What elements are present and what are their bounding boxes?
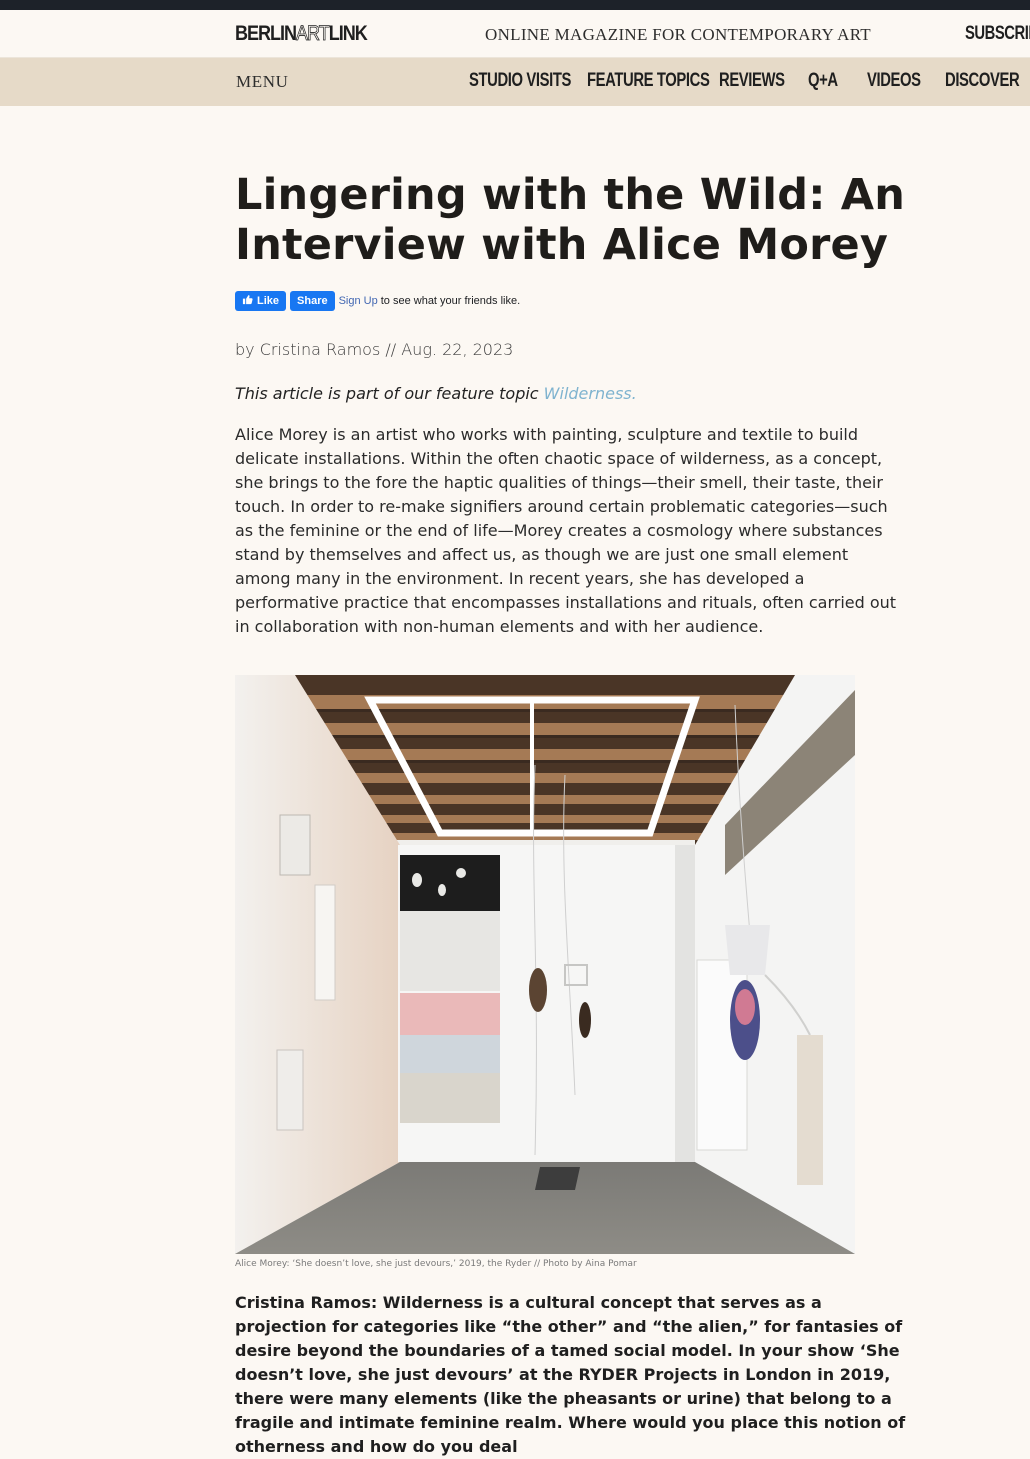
site-tagline: ONLINE MAGAZINE FOR CONTEMPORARY ART bbox=[485, 25, 871, 44]
facebook-signup-link[interactable]: Sign Up bbox=[339, 295, 378, 307]
article-title-line-2: Interview with Alice Morey bbox=[235, 220, 889, 270]
facebook-like-button[interactable]: Like bbox=[235, 291, 287, 311]
nav-feature-topics[interactable]: FEATURE TOPICS bbox=[587, 70, 710, 92]
article-title: Lingering with the Wild: An Interview wi… bbox=[235, 170, 935, 270]
article-intro: Alice Morey is an artist who works with … bbox=[235, 425, 897, 636]
article-photo bbox=[235, 675, 855, 1254]
facebook-widget: Like Share Sign Up to see what your frie… bbox=[235, 291, 520, 311]
facebook-signup-text: to see what your friends like. bbox=[380, 295, 521, 307]
article-byline: by Cristina Ramos // Aug. 22, 2023 bbox=[235, 340, 514, 359]
nav-qa[interactable]: Q+A bbox=[808, 70, 854, 92]
nav-links: STUDIO VISITS FEATURE TOPICS REVIEWS Q+A… bbox=[469, 70, 1030, 92]
subscribe-link[interactable]: SUBSCRIBE bbox=[965, 23, 1030, 45]
feature-topic-link[interactable]: Wilderness. bbox=[544, 384, 637, 403]
nav-videos[interactable]: VIDEOS bbox=[867, 70, 928, 92]
gallery-installation-image bbox=[235, 675, 855, 1254]
site-logo[interactable]: BERLINARTLINK bbox=[235, 22, 368, 46]
top-strip bbox=[0, 0, 1030, 10]
thumbs-up-icon bbox=[242, 294, 253, 308]
menu-button[interactable]: MENU bbox=[236, 72, 288, 92]
main-nav: MENU STUDIO VISITS FEATURE TOPICS REVIEW… bbox=[0, 58, 1030, 106]
feature-topic-note: This article is part of our feature topi… bbox=[235, 384, 637, 403]
nav-studio-visits[interactable]: STUDIO VISITS bbox=[469, 70, 571, 92]
nav-discover[interactable]: DISCOVER bbox=[945, 70, 1020, 92]
nav-reviews[interactable]: REVIEWS bbox=[719, 70, 788, 92]
feature-topic-prefix: This article is part of our feature topi… bbox=[235, 384, 544, 403]
facebook-share-button[interactable]: Share bbox=[290, 291, 335, 311]
brand-bar: BERLINARTLINK ONLINE MAGAZINE FOR CONTEM… bbox=[0, 10, 1030, 58]
image-caption: Alice Morey: ‘She doesn’t love, she just… bbox=[235, 1259, 637, 1269]
facebook-like-label: Like bbox=[257, 295, 280, 307]
article-title-line-1: Lingering with the Wild: An bbox=[235, 170, 906, 220]
facebook-share-label: Share bbox=[297, 295, 328, 307]
